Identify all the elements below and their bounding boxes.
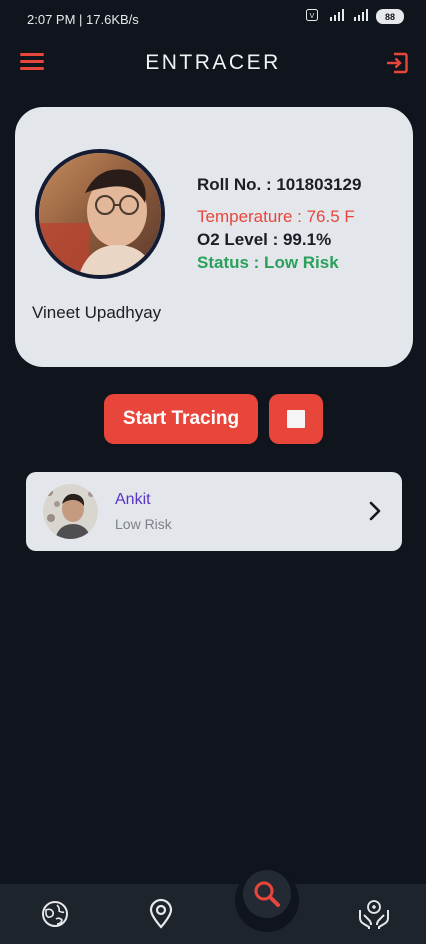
- status-time: 2:07 PM | 17.6KB/s: [27, 12, 139, 27]
- app-title: ENTRACER: [145, 51, 281, 74]
- search-icon: [254, 881, 280, 907]
- signal-icon-2: [352, 9, 370, 24]
- location-pin-icon[interactable]: [148, 898, 174, 935]
- contact-name: Ankit: [115, 491, 151, 508]
- profile-name: Vineet Upadhyay: [32, 303, 162, 322]
- vowifi-icon: V: [306, 9, 318, 24]
- battery-icon: 88: [376, 9, 404, 24]
- stop-button[interactable]: [269, 394, 323, 444]
- contact-avatar: [43, 484, 98, 539]
- search-button[interactable]: [243, 870, 291, 918]
- roll-number: Roll No. : 101803129: [197, 175, 362, 194]
- svg-text:V: V: [310, 13, 315, 20]
- chevron-right-icon: [368, 500, 382, 522]
- o2-level: O2 Level : 99.1%: [197, 230, 332, 249]
- profile-avatar: [35, 149, 165, 279]
- hands-icon[interactable]: [357, 898, 391, 935]
- contact-list-item[interactable]: Ankit Low Risk: [26, 472, 402, 551]
- globe-icon[interactable]: [40, 899, 70, 934]
- temperature: Temperature : 76.5 F: [197, 207, 355, 226]
- risk-status: Status : Low Risk: [197, 253, 339, 272]
- stop-icon: [287, 410, 305, 428]
- start-tracing-button[interactable]: Start Tracing: [104, 394, 258, 444]
- profile-info: Roll No. : 101803129 Temperature : 76.5 …: [197, 175, 361, 274]
- profile-card: Vineet Upadhyay Roll No. : 101803129 Tem…: [15, 107, 413, 367]
- status-icons: V 88: [306, 9, 404, 24]
- app-screen: 2:07 PM | 17.6KB/s V 88 ENTRACER Vineet …: [0, 0, 426, 944]
- logout-icon[interactable]: [384, 50, 410, 76]
- contact-risk: Low Risk: [115, 516, 172, 532]
- app-bar: ENTRACER: [0, 44, 426, 84]
- status-bar: 2:07 PM | 17.6KB/s V 88: [0, 0, 426, 36]
- signal-icon: [324, 9, 346, 24]
